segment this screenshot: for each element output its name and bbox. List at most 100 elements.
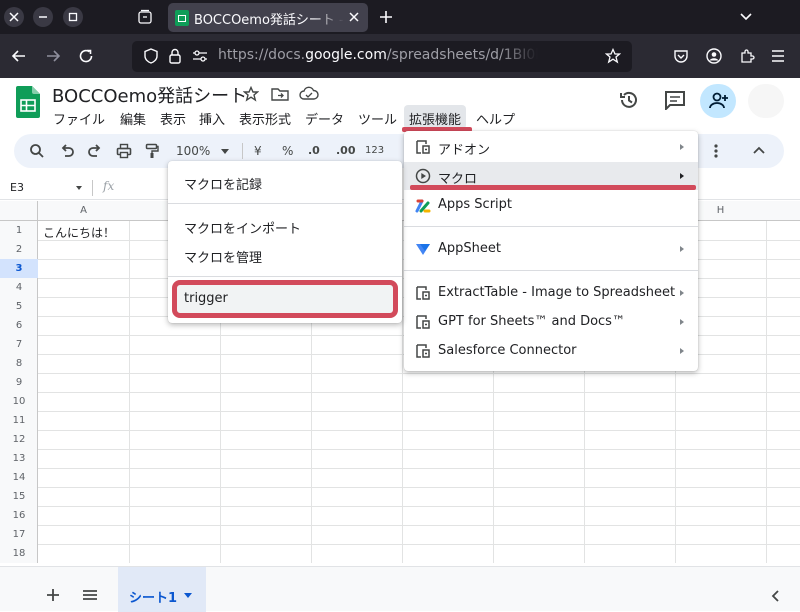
menu-file[interactable]: ファイル: [53, 109, 105, 128]
account-button[interactable]: [706, 48, 722, 64]
row-header-selected[interactable]: 3: [0, 259, 38, 278]
all-sheets-button[interactable]: [82, 589, 98, 601]
row-header[interactable]: 12: [0, 430, 38, 449]
star-icon: [605, 48, 621, 64]
scroll-tabs-left-button[interactable]: [770, 589, 780, 603]
menu-item-import-macro[interactable]: マクロをインポート: [168, 212, 402, 240]
row-header[interactable]: 5: [0, 297, 38, 316]
cell-a1[interactable]: こんにちは！: [43, 224, 115, 241]
forward-button[interactable]: [44, 47, 62, 65]
window-maximize-button[interactable]: [63, 7, 83, 27]
document-title[interactable]: BOCCOemo発話シート: [52, 82, 247, 108]
tab-list-button[interactable]: [738, 10, 754, 24]
add-sheet-button[interactable]: [46, 588, 60, 602]
menu-item-appsheet[interactable]: AppSheet: [404, 235, 698, 263]
menu-item-manage-macros[interactable]: マクロを管理: [168, 241, 402, 269]
decrease-decimal-button[interactable]: .0: [308, 144, 320, 157]
row-header[interactable]: 4: [0, 278, 38, 297]
menu-separator: [168, 203, 402, 204]
row-header[interactable]: 10: [0, 392, 38, 411]
menu-extensions[interactable]: 拡張機能: [409, 109, 461, 128]
row-header[interactable]: 17: [0, 525, 38, 544]
app-menu-button[interactable]: [771, 48, 785, 64]
tab-close-button[interactable]: [348, 11, 360, 23]
row-header[interactable]: 14: [0, 468, 38, 487]
sheet-tab-active[interactable]: シート1: [118, 567, 206, 612]
addon-icon: [416, 286, 430, 300]
row-header[interactable]: 16: [0, 506, 38, 525]
more-tools-button[interactable]: [710, 143, 722, 159]
menu-tools[interactable]: ツール: [358, 109, 397, 128]
menu-item-extracttable[interactable]: ExtractTable - Image to Spreadsheet: [404, 279, 698, 307]
row-header[interactable]: 8: [0, 354, 38, 373]
menu-view[interactable]: 表示: [160, 109, 186, 128]
row-header[interactable]: 6: [0, 316, 38, 335]
extensions-button[interactable]: [739, 48, 755, 64]
zoom-select[interactable]: 100%: [176, 144, 210, 158]
select-all-corner[interactable]: [0, 201, 38, 221]
cloud-status-button[interactable]: [299, 86, 319, 102]
browser-tab-bar: BOCCOemo発話シート - Goo: [0, 0, 800, 34]
bookmark-star-button[interactable]: [605, 48, 621, 64]
menu-help[interactable]: ヘルプ: [476, 109, 515, 128]
menu-item-label: Salesforce Connector: [438, 343, 577, 358]
search-menus-button[interactable]: [29, 143, 45, 159]
comments-button[interactable]: [664, 90, 686, 110]
row-header[interactable]: 13: [0, 449, 38, 468]
sheets-logo-icon[interactable]: [16, 86, 40, 118]
menu-item-addons[interactable]: アドオン: [404, 133, 698, 161]
pocket-button[interactable]: [673, 48, 689, 64]
paint-format-button[interactable]: [144, 143, 160, 159]
share-button[interactable]: [700, 84, 736, 118]
menu-format[interactable]: 表示形式: [239, 109, 291, 128]
menu-item-apps-script[interactable]: Apps Script: [404, 191, 698, 219]
increase-decimal-button[interactable]: .00: [336, 144, 356, 157]
url-bar[interactable]: https://docs.google.com/spreadsheets/d/1…: [132, 41, 632, 72]
addon-icon: [416, 140, 430, 154]
menu-edit[interactable]: 編集: [120, 109, 146, 128]
move-button[interactable]: [271, 86, 289, 102]
percent-format-button[interactable]: %: [282, 144, 293, 158]
reload-icon: [79, 49, 93, 63]
row-header[interactable]: 2: [0, 240, 38, 259]
shield-icon: [144, 48, 158, 64]
row-header[interactable]: 11: [0, 411, 38, 430]
reload-button[interactable]: [77, 47, 95, 65]
print-button[interactable]: [116, 143, 132, 159]
undo-icon: [61, 144, 74, 157]
menu-item-salesforce-connector[interactable]: Salesforce Connector: [404, 337, 698, 365]
tab-overview-button[interactable]: [137, 9, 153, 25]
row-header[interactable]: 1: [0, 221, 38, 240]
new-tab-button[interactable]: [378, 9, 394, 25]
column-header-a[interactable]: A: [38, 205, 129, 216]
apps-script-icon: [415, 199, 431, 213]
menu-item-trigger-macro[interactable]: trigger: [172, 280, 398, 318]
chevron-left-icon: [771, 590, 779, 602]
row-header[interactable]: 9: [0, 373, 38, 392]
row-header[interactable]: 18: [0, 544, 38, 563]
redo-button[interactable]: [87, 143, 103, 159]
number-format-button[interactable]: 123: [365, 145, 384, 156]
version-history-button[interactable]: [618, 89, 640, 111]
lock-icon: [168, 48, 182, 64]
menu-item-record-macro[interactable]: マクロを記録: [168, 168, 402, 196]
folder-move-icon: [271, 88, 289, 101]
name-box[interactable]: E3: [10, 181, 24, 194]
avatar[interactable]: [748, 84, 784, 118]
minimize-icon: [39, 16, 47, 18]
currency-format-button[interactable]: ¥: [254, 144, 262, 158]
star-document-button[interactable]: [243, 86, 259, 102]
back-button[interactable]: [10, 47, 28, 65]
window-minimize-button[interactable]: [33, 7, 53, 27]
appsheet-icon: [416, 244, 430, 255]
collapse-toolbar-button[interactable]: [752, 145, 766, 155]
menu-item-gpt-for-sheets[interactable]: GPT for Sheets™ and Docs™: [404, 308, 698, 336]
browser-tab-active[interactable]: BOCCOemo発話シート - Goo: [168, 3, 368, 32]
window-close-button[interactable]: [4, 7, 24, 27]
comment-icon: [665, 91, 685, 110]
menu-insert[interactable]: 挿入: [199, 109, 225, 128]
menu-data[interactable]: データ: [305, 109, 344, 128]
row-header[interactable]: 7: [0, 335, 38, 354]
row-header[interactable]: 15: [0, 487, 38, 506]
undo-button[interactable]: [59, 143, 75, 159]
